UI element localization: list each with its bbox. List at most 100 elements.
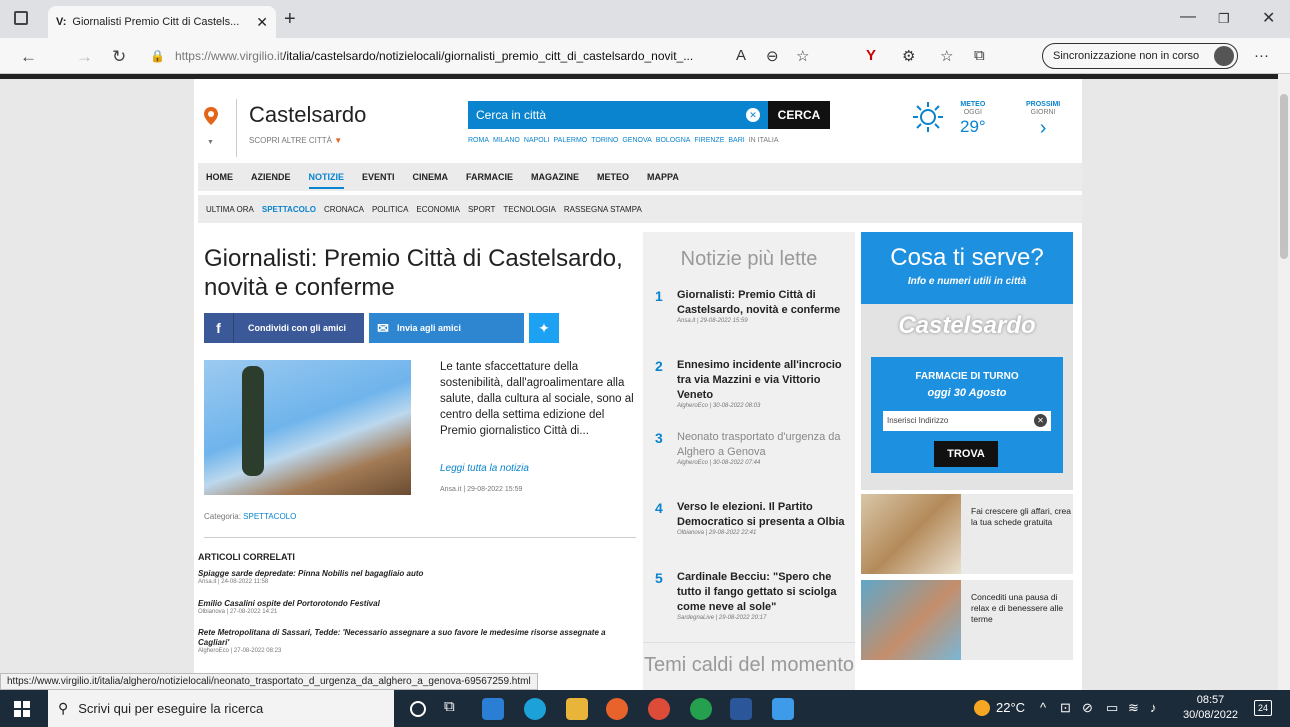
city-link[interactable]: GENOVA xyxy=(622,137,651,144)
subnav-item-active[interactable]: SPETTACOLO xyxy=(262,205,316,214)
nav-item[interactable]: EVENTI xyxy=(362,172,395,182)
battery-icon[interactable]: ▭ xyxy=(1106,700,1118,716)
tab-actions-icon[interactable] xyxy=(14,11,28,25)
popular-item[interactable]: 3 Neonato trasportato d'urgenza da Alghe… xyxy=(655,430,849,466)
subnav-item[interactable]: RASSEGNA STAMPA xyxy=(564,205,642,214)
close-tab-icon[interactable]: ✕ xyxy=(256,14,268,31)
tray-chevron-icon[interactable]: ^ xyxy=(1040,700,1046,715)
back-icon[interactable]: ← xyxy=(20,47,37,67)
clock[interactable]: 08:57 30/08/2022 xyxy=(1183,693,1238,723)
messenger-share-button[interactable]: ✉ Invia agli amici xyxy=(369,313,524,343)
bluetooth-icon[interactable]: ⊘ xyxy=(1082,700,1093,716)
weather-next-days[interactable]: PROSSIMI GIORNI › xyxy=(1026,101,1060,139)
new-tab-icon[interactable]: + xyxy=(284,8,296,31)
sync-button[interactable]: Sincronizzazione non in corso xyxy=(1042,43,1238,69)
popular-item[interactable]: 2 Ennesimo incidente all'incrocio tra vi… xyxy=(655,358,849,409)
city-link[interactable]: BARI xyxy=(728,137,744,144)
nav-item-active[interactable]: NOTIZIE xyxy=(308,172,345,189)
related-source: Ansa.it | 24-08-2022 11:58 xyxy=(198,579,269,585)
clear-address-icon[interactable]: ✕ xyxy=(1034,414,1047,427)
taskbar-search[interactable]: ⚲ Scrivi qui per eseguire la ricerca xyxy=(48,690,394,727)
tray-temp[interactable]: 22°C xyxy=(996,700,1025,715)
nav-item[interactable]: CINEMA xyxy=(413,172,449,182)
popular-title: Verso le elezioni. Il Partito Democratic… xyxy=(677,501,845,528)
search-input[interactable]: Cerca in città xyxy=(468,108,746,122)
city-link[interactable]: ROMA xyxy=(468,137,489,144)
wifi-icon[interactable]: ≋ xyxy=(1128,700,1139,716)
weather-tray-icon[interactable] xyxy=(974,700,990,716)
restore-icon[interactable]: ❐ xyxy=(1218,11,1230,27)
browser-tab[interactable]: V: Giornalisti Premio Citt di Castels...… xyxy=(48,6,276,38)
read-aloud-icon[interactable]: A xyxy=(736,47,746,64)
popular-item[interactable]: 5 Cardinale Becciu: "Spero che tutto il … xyxy=(655,570,849,621)
more-menu-icon[interactable]: ··· xyxy=(1254,47,1269,64)
subnav-item[interactable]: ECONOMIA xyxy=(416,205,460,214)
category-link[interactable]: SPETTACOLO xyxy=(243,512,296,521)
scrollbar-thumb[interactable] xyxy=(1280,94,1288,259)
task-view-icon[interactable]: ⧉ xyxy=(444,698,466,720)
minimize-icon[interactable]: — xyxy=(1180,8,1196,26)
subnav-item[interactable]: SPORT xyxy=(468,205,495,214)
subnav-item[interactable]: TECNOLOGIA xyxy=(503,205,555,214)
search-button[interactable]: CERCA xyxy=(768,101,830,129)
windows-start-icon[interactable] xyxy=(14,701,30,717)
mail-icon[interactable] xyxy=(482,698,504,720)
popular-item[interactable]: 1 Giornalisti: Premio Città di Castelsar… xyxy=(655,288,849,324)
city-link[interactable]: PALERMO xyxy=(554,137,588,144)
favorite-add-icon[interactable]: ☆ xyxy=(796,47,809,65)
address-input[interactable]: Inserisci Indirizzo ✕ xyxy=(883,411,1051,431)
city-link[interactable]: MILANO xyxy=(493,137,520,144)
url-field[interactable]: 🔒 https://www.virgilio.it/italia/castels… xyxy=(150,44,870,68)
firefox-icon[interactable] xyxy=(606,698,628,720)
article-image[interactable] xyxy=(204,360,411,495)
scrollbar[interactable] xyxy=(1278,74,1290,690)
city-link[interactable]: FIRENZE xyxy=(694,137,724,144)
nav-item[interactable]: MAPPA xyxy=(647,172,679,182)
weather-today[interactable]: METEO OGGI 29° xyxy=(960,101,986,137)
subnav-item[interactable]: ULTIMA ORA xyxy=(206,205,254,214)
window-close-icon[interactable]: ✕ xyxy=(1262,8,1275,28)
find-button[interactable]: TROVA xyxy=(934,441,998,467)
favorites-icon[interactable]: ☆ xyxy=(940,47,953,65)
promo-card[interactable]: Concediti una pausa di relax e di beness… xyxy=(861,580,1073,660)
promo-card[interactable]: Fai crescere gli affari, crea la tua sch… xyxy=(861,494,1073,574)
nav-item[interactable]: METEO xyxy=(597,172,629,182)
city-link[interactable]: IN ITALIA xyxy=(749,137,779,144)
network-icon[interactable]: ⊡ xyxy=(1060,700,1071,716)
clear-search-icon[interactable]: ✕ xyxy=(746,108,760,122)
file-explorer-icon[interactable] xyxy=(566,698,588,720)
refresh-icon[interactable]: ↻ xyxy=(112,47,126,67)
related-item[interactable]: Spiagge sarde depredate: Pinna Nobilis n… xyxy=(198,569,638,585)
forward-icon[interactable]: → xyxy=(76,47,93,67)
city-link[interactable]: NAPOLI xyxy=(524,137,550,144)
city-dropdown-icon[interactable]: ▼ xyxy=(207,139,214,146)
other-cities-link[interactable]: SCOPRI ALTRE CITTÀ ▼ xyxy=(249,136,342,145)
facebook-share-button[interactable]: f Condividi con gli amici xyxy=(204,313,364,343)
city-link[interactable]: BOLOGNA xyxy=(656,137,691,144)
chat-icon[interactable] xyxy=(690,698,712,720)
subnav-item[interactable]: CRONACA xyxy=(324,205,364,214)
popular-item[interactable]: 4 Verso le elezioni. Il Partito Democrat… xyxy=(655,500,849,536)
extension-icon[interactable]: Y xyxy=(866,47,876,64)
nav-item[interactable]: FARMACIE xyxy=(466,172,513,182)
app-icon[interactable] xyxy=(772,698,794,720)
volume-icon[interactable]: ♪ xyxy=(1150,700,1157,715)
read-more-link[interactable]: Leggi tutta la notizia xyxy=(440,463,529,474)
twitter-share-button[interactable]: ✦ xyxy=(529,313,559,343)
nav-item[interactable]: AZIENDE xyxy=(251,172,291,182)
city-link[interactable]: TORINO xyxy=(591,137,618,144)
chrome-icon[interactable] xyxy=(648,698,670,720)
nav-item[interactable]: MAGAZINE xyxy=(531,172,579,182)
notification-icon[interactable]: 24 xyxy=(1254,700,1272,716)
word-icon[interactable] xyxy=(730,698,752,720)
related-item[interactable]: Rete Metropolitana di Sassari, Tedde: 'N… xyxy=(198,628,638,654)
collections-icon[interactable]: ⧉ xyxy=(974,47,985,64)
caret-down-icon: ▼ xyxy=(334,136,343,145)
cortana-icon[interactable] xyxy=(410,701,426,717)
related-item[interactable]: Emilio Casalini ospite del Portorotondo … xyxy=(198,599,638,615)
subnav-item[interactable]: POLITICA xyxy=(372,205,408,214)
extensions-puzzle-icon[interactable]: ⚙ xyxy=(902,47,915,65)
edge-icon[interactable] xyxy=(524,698,546,720)
zoom-icon[interactable]: ⊖ xyxy=(766,47,779,65)
nav-item[interactable]: HOME xyxy=(206,172,233,182)
